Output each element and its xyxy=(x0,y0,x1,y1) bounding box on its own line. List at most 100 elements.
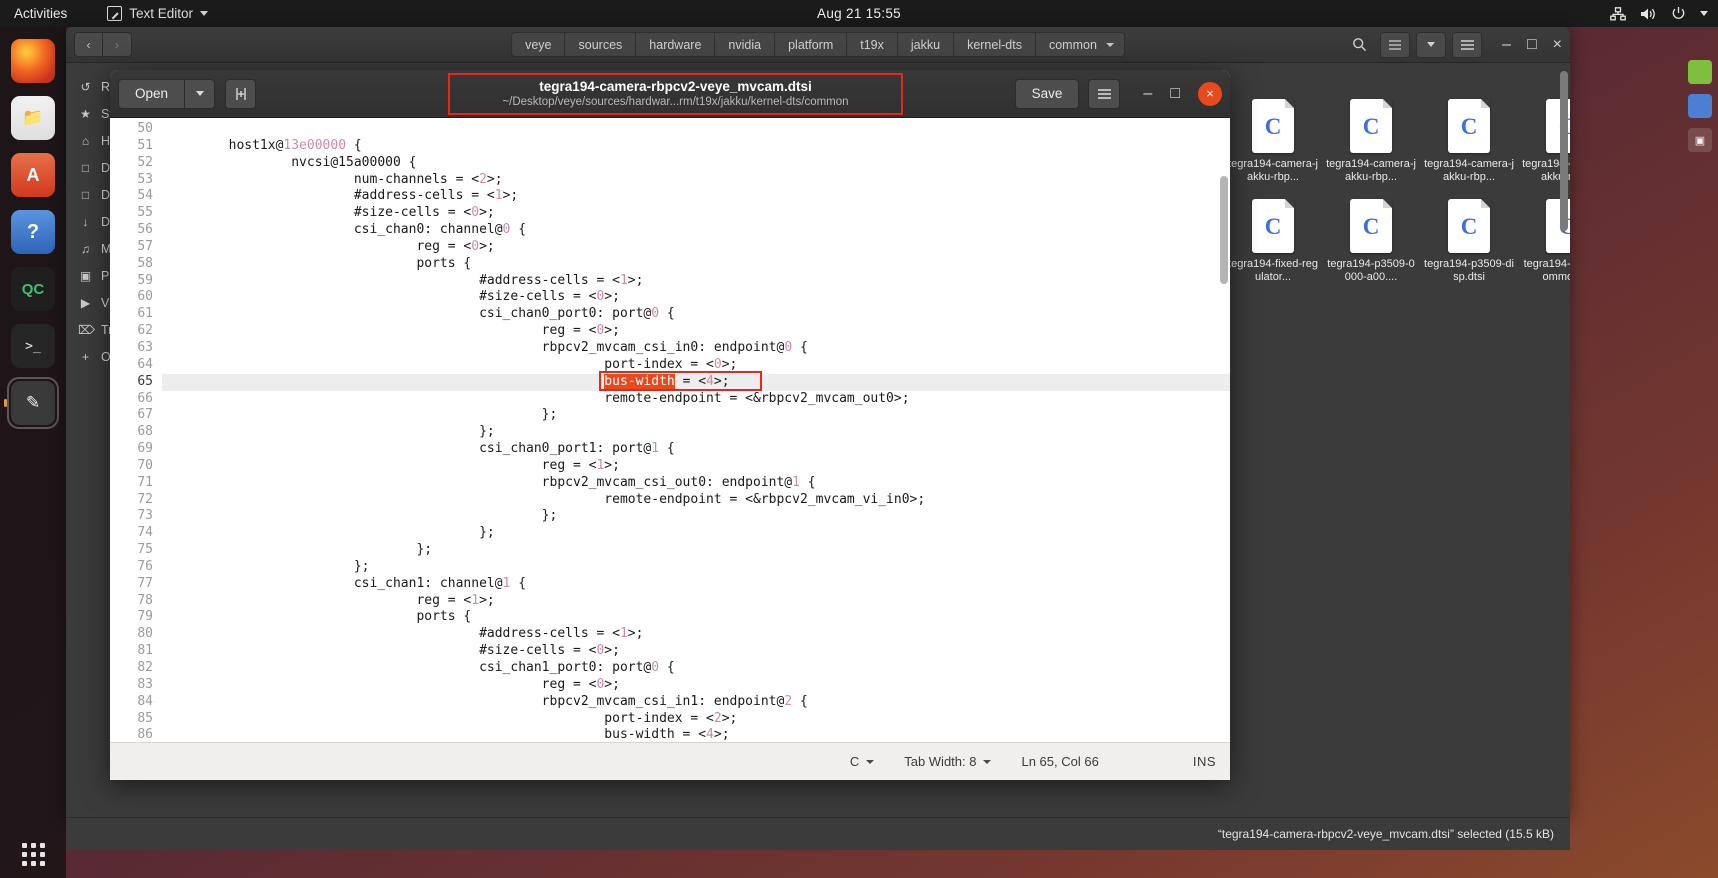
search-icon[interactable] xyxy=(1344,32,1374,58)
breadcrumb-item-veye[interactable]: veye xyxy=(511,32,565,57)
breadcrumb-item-common[interactable]: common xyxy=(1036,32,1125,57)
line-number: 68 xyxy=(110,424,153,441)
code-line[interactable]: ports { xyxy=(162,609,1230,626)
maximize-button[interactable]: □ xyxy=(1170,85,1180,103)
text-editor-menu-icon[interactable] xyxy=(1088,79,1120,109)
breadcrumb-item-nvidia[interactable]: nvidia xyxy=(715,32,775,57)
clock[interactable]: Aug 21 15:55 xyxy=(817,6,901,21)
open-button[interactable]: Open xyxy=(118,79,215,109)
dock-item-software[interactable]: A xyxy=(9,151,57,199)
cursor-position[interactable]: Ln 65, Col 66 xyxy=(1021,754,1098,769)
code-line[interactable]: bus-width = <4>; xyxy=(162,374,1230,391)
network-icon[interactable] xyxy=(1610,7,1626,21)
breadcrumb-item-hardware[interactable]: hardware xyxy=(636,32,715,57)
minimize-button[interactable]: – xyxy=(1143,85,1152,103)
breadcrumb-item-platform[interactable]: platform xyxy=(775,32,847,57)
text-editor-header-actions: Save – □ × xyxy=(1015,79,1222,109)
code-line[interactable]: num-channels = <2>; xyxy=(162,172,1230,189)
code-line[interactable]: csi_chan1_port0: port@0 { xyxy=(162,660,1230,677)
code-line[interactable]: reg = <0>; xyxy=(162,677,1230,694)
code-line[interactable]: host1x@13e00000 { xyxy=(162,138,1230,155)
save-button[interactable]: Save xyxy=(1015,79,1080,109)
breadcrumb-item-kernel-dts[interactable]: kernel-dts xyxy=(954,32,1036,57)
chevron-down-icon[interactable] xyxy=(185,79,215,109)
activities-button[interactable]: Activities xyxy=(0,6,79,21)
language-selector[interactable]: C xyxy=(850,754,874,769)
breadcrumb-item-sources[interactable]: sources xyxy=(566,32,637,57)
file-item[interactable]: C tegra194-camera-jakku-rbp... xyxy=(1326,99,1416,184)
code-line[interactable]: remote-endpoint = <&rbpcv2_mvcam_vi_in0>… xyxy=(162,492,1230,509)
code-line[interactable]: #size-cells = <0>; xyxy=(162,205,1230,222)
dock-item-files[interactable]: 📁 xyxy=(9,94,57,142)
code-line[interactable]: nvcsi@15a00000 { xyxy=(162,155,1230,172)
code-line[interactable]: csi_chan0_port1: port@1 { xyxy=(162,441,1230,458)
code-line[interactable]: }; xyxy=(162,525,1230,542)
close-button[interactable]: × xyxy=(1553,36,1562,54)
code-line[interactable]: port-index = <0>; xyxy=(162,357,1230,374)
show-applications-button[interactable] xyxy=(22,843,45,866)
code-line[interactable]: remote-endpoint = <&rbpcv2_mvcam_out0>; xyxy=(162,391,1230,408)
code-token: ports { xyxy=(166,256,471,271)
code-line[interactable]: port-index = <2>; xyxy=(162,711,1230,728)
code-line[interactable]: csi_chan1: channel@1 { xyxy=(162,576,1230,593)
file-item[interactable]: C tegra194-camera-jakku-rbp... xyxy=(1228,99,1318,184)
code-line[interactable]: ports { xyxy=(162,256,1230,273)
file-item[interactable]: C tegra194-fixed-regulator... xyxy=(1228,199,1318,284)
close-button[interactable]: × xyxy=(1198,82,1222,106)
back-button[interactable]: ‹ xyxy=(74,32,103,57)
line-number: 57 xyxy=(110,239,153,256)
chevron-down-icon[interactable] xyxy=(1700,11,1708,16)
file-name: tegra194-camera-jakku-rbp... xyxy=(1326,158,1416,184)
code-token: { xyxy=(510,576,526,591)
view-options-chevron-down-icon[interactable] xyxy=(1416,32,1446,58)
system-tray[interactable] xyxy=(1610,6,1708,21)
code-line[interactable]: csi_chan0: channel@0 { xyxy=(162,222,1230,239)
code-line[interactable]: }; xyxy=(162,407,1230,424)
code-line[interactable]: #address-cells = <1>; xyxy=(162,188,1230,205)
file-item[interactable]: C tegra194-p3509-disp.dtsi xyxy=(1424,199,1514,284)
code-line[interactable]: reg = <0>; xyxy=(162,239,1230,256)
code-line[interactable]: rbpcv2_mvcam_csi_in1: endpoint@2 { xyxy=(162,694,1230,711)
code-line[interactable] xyxy=(162,121,1230,138)
file-item[interactable]: C tegra194-camera-jakku-rbp... xyxy=(1424,99,1514,184)
code-line[interactable]: }; xyxy=(162,508,1230,525)
code-line[interactable]: reg = <1>; xyxy=(162,458,1230,475)
dock-item-firefox[interactable] xyxy=(9,37,57,85)
selected-token: bus-width xyxy=(604,374,674,389)
dock-item-text-editor[interactable]: ✎ xyxy=(9,379,57,427)
dock-item-qtcreator[interactable]: QC xyxy=(9,265,57,313)
dock-item-help[interactable]: ? xyxy=(9,208,57,256)
code-line[interactable]: csi_chan0_port0: port@0 { xyxy=(162,306,1230,323)
code-line[interactable]: }; xyxy=(162,559,1230,576)
code-line[interactable]: reg = <0>; xyxy=(162,323,1230,340)
c-file-icon: C xyxy=(1448,199,1490,253)
code-area[interactable]: host1x@13e00000 { nvcsi@15a00000 { num-c… xyxy=(162,118,1230,742)
view-list-icon[interactable] xyxy=(1380,32,1410,58)
code-line[interactable]: #size-cells = <0>; xyxy=(162,289,1230,306)
code-line[interactable]: reg = <1>; xyxy=(162,593,1230,610)
code-line[interactable]: }; xyxy=(162,542,1230,559)
code-line[interactable]: }; xyxy=(162,424,1230,441)
code-line[interactable]: bus-width = <4>; xyxy=(162,727,1230,742)
tab-width-selector[interactable]: Tab Width: 8 xyxy=(904,754,991,769)
breadcrumb-item-jakku[interactable]: jakku xyxy=(898,32,954,57)
power-icon[interactable] xyxy=(1671,6,1686,21)
file-manager-menu-icon[interactable] xyxy=(1452,32,1482,58)
minimize-button[interactable]: – xyxy=(1502,36,1511,54)
line-number: 76 xyxy=(110,559,153,576)
volume-icon[interactable] xyxy=(1640,7,1657,21)
new-document-icon[interactable] xyxy=(225,79,256,109)
breadcrumb-item-t19x[interactable]: t19x xyxy=(847,32,898,57)
file-grid-scrollbar[interactable] xyxy=(1560,71,1568,231)
code-line[interactable]: rbpcv2_mvcam_csi_out0: endpoint@1 { xyxy=(162,475,1230,492)
app-menu[interactable]: Text Editor xyxy=(107,6,208,21)
forward-button[interactable]: › xyxy=(103,32,132,57)
dock-item-terminal[interactable]: >_ xyxy=(9,322,57,370)
editor-scrollbar[interactable] xyxy=(1220,176,1228,284)
code-line[interactable]: #size-cells = <0>; xyxy=(162,643,1230,660)
code-line[interactable]: #address-cells = <1>; xyxy=(162,626,1230,643)
code-line[interactable]: #address-cells = <1>; xyxy=(162,273,1230,290)
code-line[interactable]: rbpcv2_mvcam_csi_in0: endpoint@0 { xyxy=(162,340,1230,357)
maximize-button[interactable]: □ xyxy=(1527,36,1537,54)
file-item[interactable]: C tegra194-p3509-0000-a00.... xyxy=(1326,199,1416,284)
